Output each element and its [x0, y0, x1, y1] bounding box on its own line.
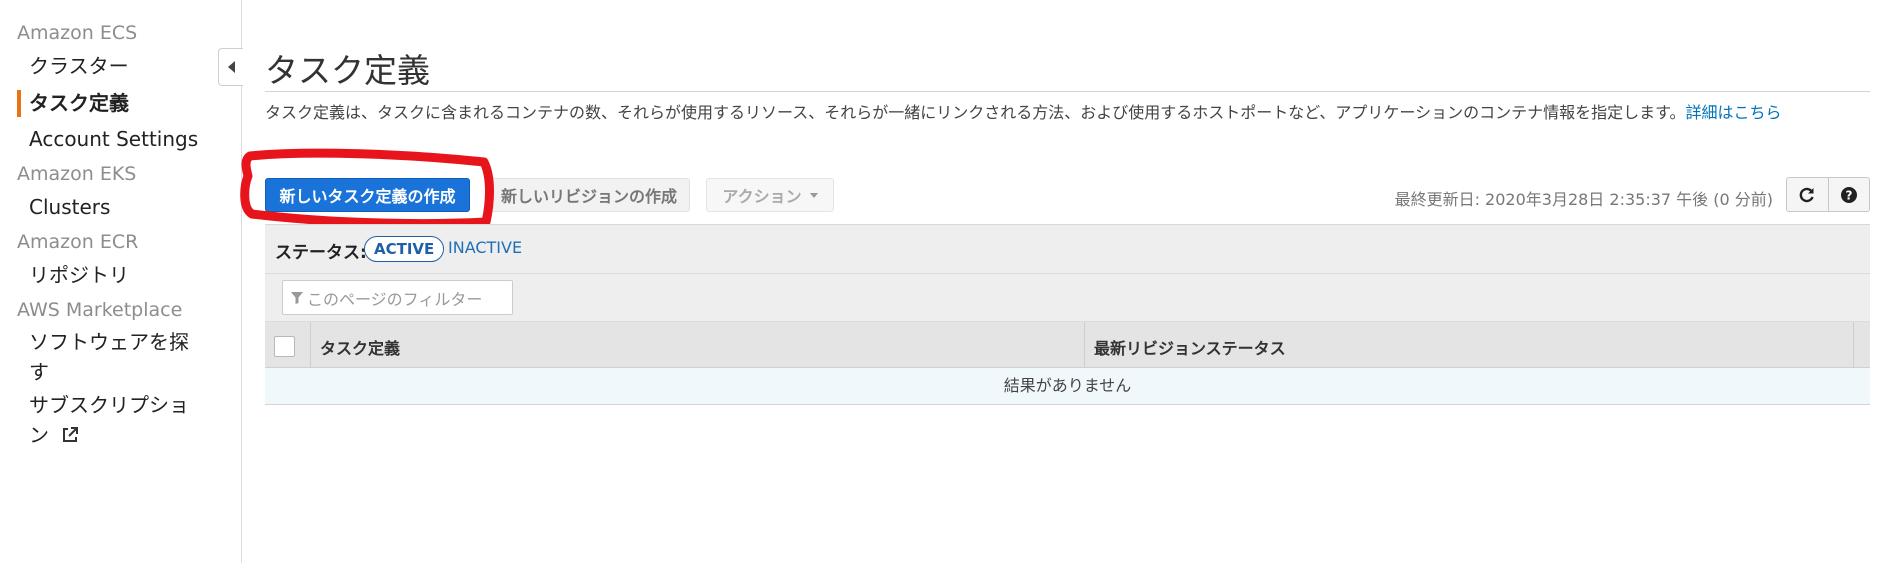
svg-text:?: ? — [1845, 188, 1852, 202]
column-divider — [1084, 322, 1085, 368]
sidebar-section-ecr: Amazon ECR — [17, 231, 139, 253]
collapse-sidebar-button[interactable] — [218, 48, 243, 86]
filter-input[interactable]: このページのフィルター — [282, 280, 513, 315]
last-updated-text: 最終更新日: 2020年3月28日 2:35:37 午後 (0 分前) — [1394, 190, 1773, 209]
create-task-definition-button[interactable]: 新しいタスク定義の作成 — [265, 178, 470, 212]
help-button[interactable]: ? — [1827, 178, 1870, 211]
empty-results-row: 結果がありません — [265, 368, 1870, 405]
toolbar-icon-group: ? — [1786, 177, 1870, 212]
filter-placeholder: このページのフィルター — [307, 289, 483, 309]
page-title: タスク定義 — [265, 51, 430, 90]
status-filter-bar: ステータス: ACTIVE INACTIVE — [265, 224, 1870, 274]
external-link-icon — [63, 427, 79, 442]
table-header: タスク定義 最新リビジョンステータス — [265, 322, 1870, 368]
sidebar-item-label: ソフトウェアを探 — [29, 330, 189, 354]
filter-icon — [291, 291, 303, 304]
column-divider — [1853, 322, 1854, 368]
sidebar: Amazon ECS クラスター タスク定義 Account Settings … — [0, 0, 242, 563]
sidebar-section-marketplace: AWS Marketplace — [17, 299, 183, 321]
sidebar-section-eks: Amazon EKS — [17, 163, 137, 185]
caret-down-icon — [809, 192, 818, 198]
column-header-latest-revision-status[interactable]: 最新リビジョンステータス — [1094, 335, 1286, 359]
status-active-toggle[interactable]: ACTIVE — [364, 236, 445, 262]
status-inactive-link[interactable]: INACTIVE — [448, 238, 522, 257]
sidebar-item-subscriptions[interactable]: サブスクリプショ ン — [29, 390, 189, 450]
sidebar-item-label: ン — [29, 423, 49, 447]
divider — [265, 91, 1870, 92]
search-bar: このページのフィルター — [265, 274, 1870, 322]
sidebar-section-ecs: Amazon ECS — [17, 22, 138, 44]
actions-dropdown[interactable]: アクション — [706, 178, 834, 212]
description-text: タスク定義は、タスクに含まれるコンテナの数、それらが使用するリソース、それらが一… — [265, 103, 1686, 122]
page-description: タスク定義は、タスクに含まれるコンテナの数、それらが使用するリソース、それらが一… — [265, 99, 1782, 123]
sidebar-item-account-settings[interactable]: Account Settings — [29, 124, 198, 154]
select-all-checkbox[interactable] — [274, 336, 295, 357]
sidebar-item-task-definitions[interactable]: タスク定義 — [29, 88, 129, 118]
sidebar-item-eks-clusters[interactable]: Clusters — [29, 192, 110, 222]
refresh-icon — [1799, 187, 1814, 202]
chevron-left-icon — [227, 61, 235, 73]
column-divider — [310, 322, 311, 368]
column-header-task-definition[interactable]: タスク定義 — [320, 335, 400, 359]
learn-more-link[interactable]: 詳細はこちら — [1685, 103, 1781, 122]
sidebar-item-repositories[interactable]: リポジトリ — [29, 260, 129, 290]
active-indicator — [17, 90, 21, 117]
actions-label: アクション — [722, 187, 802, 206]
refresh-button[interactable] — [1787, 178, 1828, 211]
sidebar-item-discover-software[interactable]: ソフトウェアを探 す — [29, 327, 189, 387]
status-label: ステータス: — [275, 243, 367, 263]
sidebar-item-clusters-ja[interactable]: クラスター — [29, 51, 129, 81]
sidebar-item-label: す — [29, 360, 49, 384]
help-icon: ? — [1840, 186, 1857, 203]
create-revision-button[interactable]: 新しいリビジョンの作成 — [488, 178, 690, 212]
sidebar-item-label: サブスクリプショ — [29, 393, 189, 417]
